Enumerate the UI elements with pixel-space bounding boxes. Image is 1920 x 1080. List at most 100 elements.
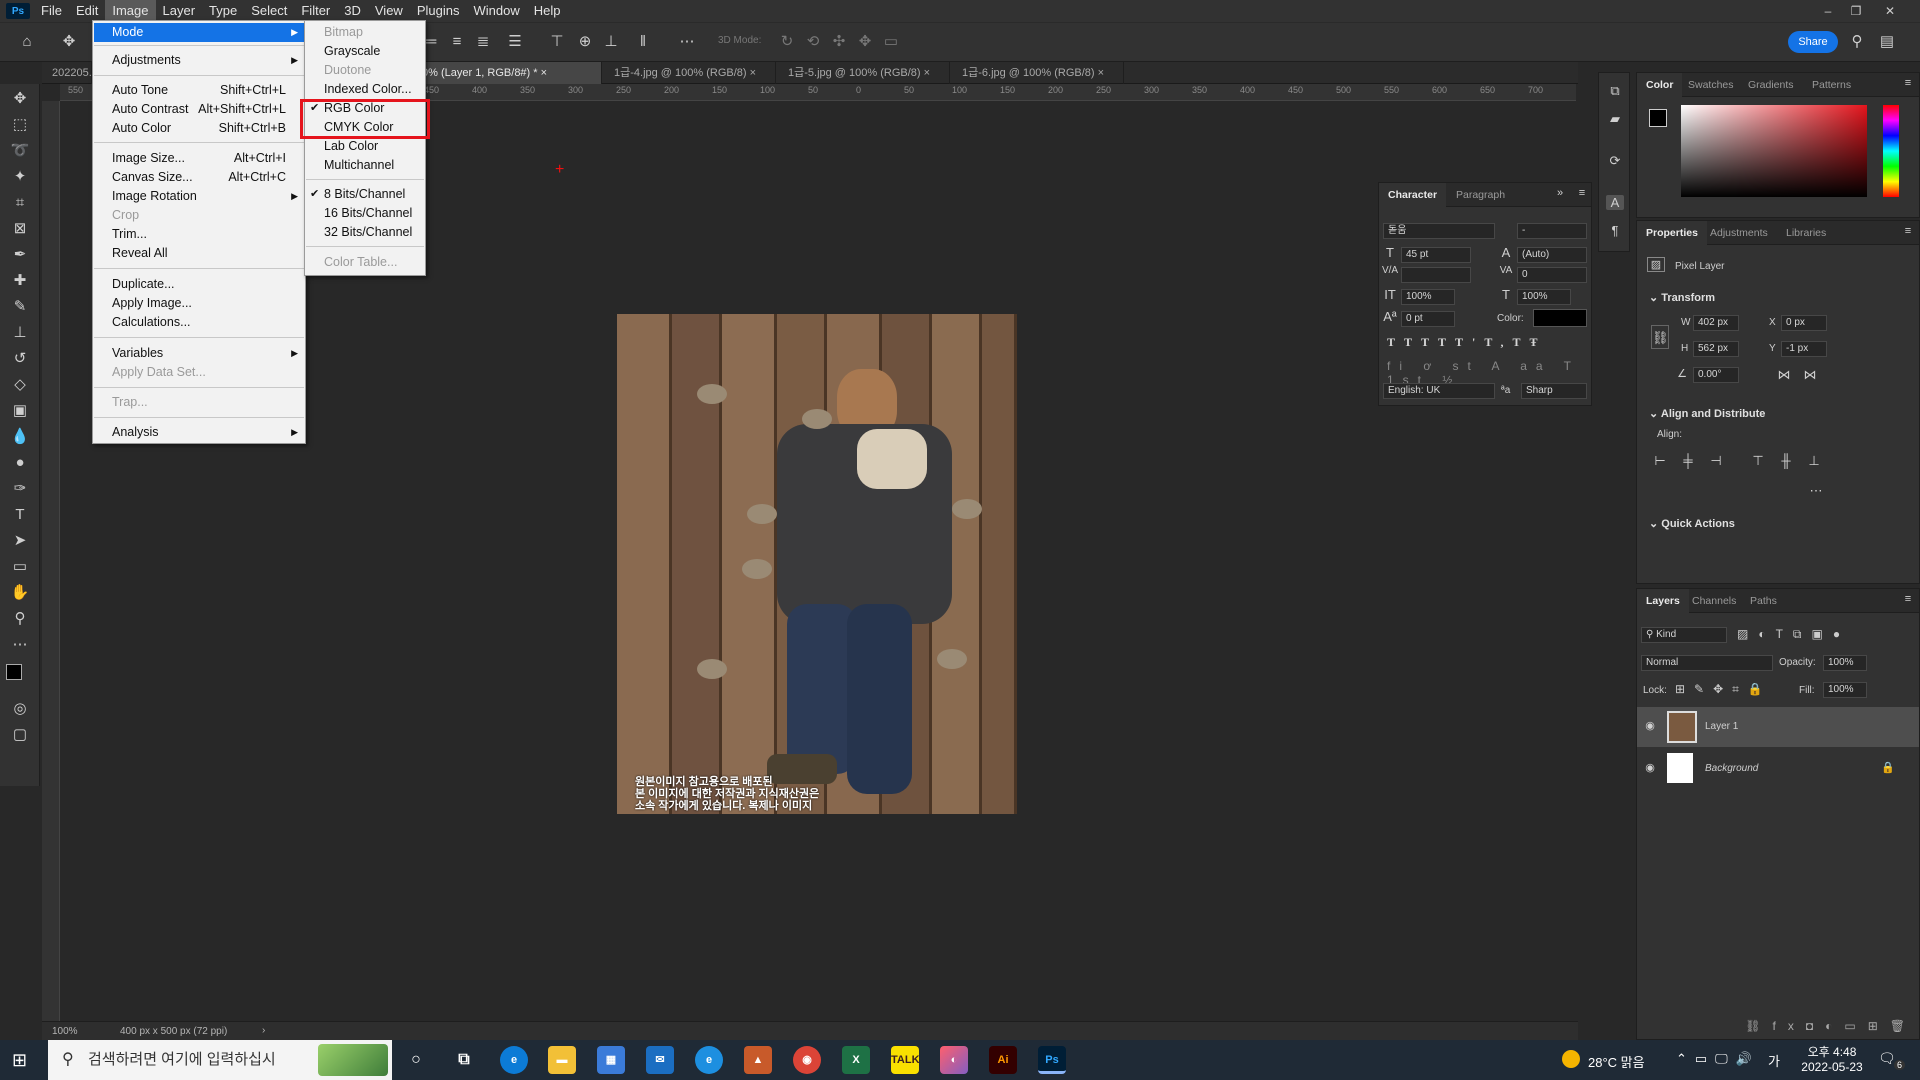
- lasso-tool-icon[interactable]: ➰: [8, 140, 32, 162]
- menu-item-auto-contrast[interactable]: Auto Contrast Alt+Shift+Ctrl+L: [94, 100, 304, 119]
- text-color-swatch[interactable]: [1533, 309, 1587, 327]
- slide-3d-icon[interactable]: ✥: [854, 31, 876, 53]
- blend-mode-select[interactable]: Normal: [1641, 655, 1773, 671]
- tab-doc-1[interactable]: 202205...: [42, 62, 98, 84]
- tab-layers[interactable]: Layers: [1637, 589, 1689, 613]
- menu-item-crop[interactable]: Crop: [94, 206, 304, 225]
- menu-item-auto-color[interactable]: Auto Color Shift+Ctrl+B: [94, 119, 304, 138]
- menu-item-mode[interactable]: Mode ▶: [94, 23, 304, 42]
- search-icon[interactable]: ⚲: [1846, 31, 1868, 53]
- dodge-tool-icon[interactable]: ●: [8, 452, 32, 474]
- move-tool-icon[interactable]: ✥: [58, 31, 80, 53]
- healing-brush-icon[interactable]: ✚: [8, 270, 32, 292]
- mode-32-bits[interactable]: 32 Bits/Channel: [306, 223, 424, 242]
- character-panel-icon[interactable]: A: [1606, 195, 1624, 210]
- mode-color-table[interactable]: Color Table...: [306, 253, 424, 272]
- language-select[interactable]: English: UK: [1383, 383, 1495, 399]
- tab-gradients[interactable]: Gradients: [1739, 73, 1803, 97]
- menu-type[interactable]: Type: [202, 0, 244, 22]
- panel-menu-icon[interactable]: ≡: [1899, 225, 1917, 237]
- hand-tool-icon[interactable]: ✋: [8, 582, 32, 604]
- layer-filter-select[interactable]: ⚲ Kind: [1641, 627, 1727, 643]
- app-icon[interactable]: ▲: [744, 1046, 772, 1074]
- excel-icon[interactable]: X: [842, 1046, 870, 1074]
- more-options-icon[interactable]: ⋯: [1807, 483, 1825, 499]
- tab-doc-active[interactable]: 0% (Layer 1, RGB/8#) * ×: [412, 62, 602, 84]
- font-family-select[interactable]: 돋움: [1383, 223, 1495, 239]
- menu-select[interactable]: Select: [244, 0, 294, 22]
- chrome-icon[interactable]: ◉: [793, 1046, 821, 1074]
- blur-tool-icon[interactable]: 💧: [8, 426, 32, 448]
- type-tool-icon[interactable]: T: [8, 504, 32, 526]
- align-top-icon[interactable]: ⊤: [546, 31, 568, 53]
- eraser-icon[interactable]: ◇: [8, 374, 32, 396]
- close-icon[interactable]: ×: [541, 67, 547, 79]
- color-picker-field[interactable]: [1681, 105, 1867, 197]
- panel-menu-icon[interactable]: ≡: [1899, 593, 1917, 605]
- align-left-edges-icon[interactable]: ⊢: [1651, 453, 1669, 469]
- mode-multichannel[interactable]: Multichannel: [306, 156, 424, 175]
- layer-row-background[interactable]: ◉ Background 🔒: [1637, 749, 1919, 789]
- tab-paragraph[interactable]: Paragraph: [1447, 183, 1514, 207]
- rectangle-tool-icon[interactable]: ▭: [8, 556, 32, 578]
- visibility-eye-icon[interactable]: ◉: [1641, 719, 1659, 732]
- document-image[interactable]: 원본이미지 참고용으로 배포된 본 이미지에 대한 저작권과 지식재산권은 소속…: [617, 314, 1017, 814]
- menu-file[interactable]: File: [34, 0, 69, 22]
- close-icon[interactable]: ×: [750, 67, 756, 79]
- menu-item-duplicate[interactable]: Duplicate...: [94, 275, 304, 294]
- kakaotalk-icon[interactable]: TALK: [891, 1046, 920, 1074]
- align-h-centers-icon[interactable]: ╪: [1679, 453, 1697, 468]
- panel-menu-icon[interactable]: ≡: [1573, 187, 1591, 199]
- layer-row-layer1[interactable]: ◉ Layer 1: [1637, 707, 1919, 747]
- menu-image[interactable]: Image: [105, 0, 156, 22]
- layer-actions[interactable]: ⛓fx◘◐▭⊞🗑: [1717, 1019, 1917, 1033]
- height-field[interactable]: 562 px: [1693, 341, 1739, 357]
- align-top-edges-icon[interactable]: ⊤: [1749, 453, 1767, 469]
- x-field[interactable]: 0 px: [1781, 315, 1827, 331]
- internet-explorer-icon[interactable]: e: [695, 1046, 723, 1074]
- menu-item-apply-image[interactable]: Apply Image...: [94, 294, 304, 313]
- distribute-v-icon[interactable]: ‖: [632, 31, 654, 53]
- cortana-icon[interactable]: ○: [402, 1046, 430, 1074]
- workspace-icon[interactable]: ▤: [1876, 31, 1898, 53]
- menu-view[interactable]: View: [368, 0, 410, 22]
- photoshop-taskbar-icon[interactable]: Ps: [1038, 1046, 1066, 1074]
- illustrator-icon[interactable]: Ai: [989, 1046, 1017, 1074]
- align-right-icon[interactable]: ≣: [472, 31, 494, 53]
- menu-item-apply-data-set[interactable]: Apply Data Set...: [94, 363, 304, 382]
- pan-3d-icon[interactable]: ✣: [828, 31, 850, 53]
- foreground-color-swatch[interactable]: [6, 664, 22, 680]
- align-bottom-edges-icon[interactable]: ⊥: [1805, 453, 1823, 469]
- menu-item-variables[interactable]: Variables ▶: [94, 344, 304, 363]
- font-size-field[interactable]: 45 pt: [1401, 247, 1471, 263]
- pen-tool-icon[interactable]: ✑: [8, 478, 32, 500]
- opentype-buttons[interactable]: fi ơ st A aa T 1st ½: [1387, 359, 1587, 387]
- layer-filter-icons[interactable]: ▨◐T⧉▣●: [1737, 627, 1877, 642]
- minimize-button[interactable]: ‒: [1814, 0, 1842, 22]
- zoom-tool-icon[interactable]: ⚲: [8, 608, 32, 630]
- lock-icons[interactable]: ⊞✎✥⌗🔒: [1675, 682, 1785, 697]
- history-brush-icon[interactable]: ↺: [8, 348, 32, 370]
- width-field[interactable]: 402 px: [1693, 315, 1739, 331]
- mail-icon[interactable]: ✉: [646, 1046, 674, 1074]
- crop-tool-icon[interactable]: ⌗: [8, 192, 32, 214]
- flip-vertical-icon[interactable]: ⋈: [1801, 367, 1819, 383]
- taskbar-search-input[interactable]: ⚲ 검색하려면 여기에 입력하십시: [48, 1040, 392, 1080]
- y-field[interactable]: -1 px: [1781, 341, 1827, 357]
- distribute-icon[interactable]: ☰: [504, 31, 526, 53]
- tab-doc-4[interactable]: 1급-4.jpg @ 100% (RGB/8) ×: [604, 62, 776, 84]
- mode-grayscale[interactable]: Grayscale: [306, 42, 424, 61]
- leading-field[interactable]: (Auto): [1517, 247, 1587, 263]
- mode-indexed-color[interactable]: Indexed Color...: [306, 80, 424, 99]
- hue-slider[interactable]: [1883, 105, 1899, 197]
- menu-item-adjustments[interactable]: Adjustments ▶: [94, 51, 304, 70]
- system-tray-icons[interactable]: ⌃▭🖵🔊: [1676, 1051, 1760, 1067]
- menu-window[interactable]: Window: [466, 0, 526, 22]
- menu-edit[interactable]: Edit: [69, 0, 105, 22]
- camera-3d-icon[interactable]: ▭: [880, 31, 902, 53]
- ime-indicator[interactable]: 가: [1768, 1051, 1780, 1070]
- tab-character[interactable]: Character: [1379, 183, 1447, 207]
- paragraph-panel-icon[interactable]: ¶: [1606, 223, 1624, 238]
- tab-adjustments[interactable]: Adjustments: [1701, 221, 1777, 245]
- marquee-tool-icon[interactable]: ⬚: [8, 114, 32, 136]
